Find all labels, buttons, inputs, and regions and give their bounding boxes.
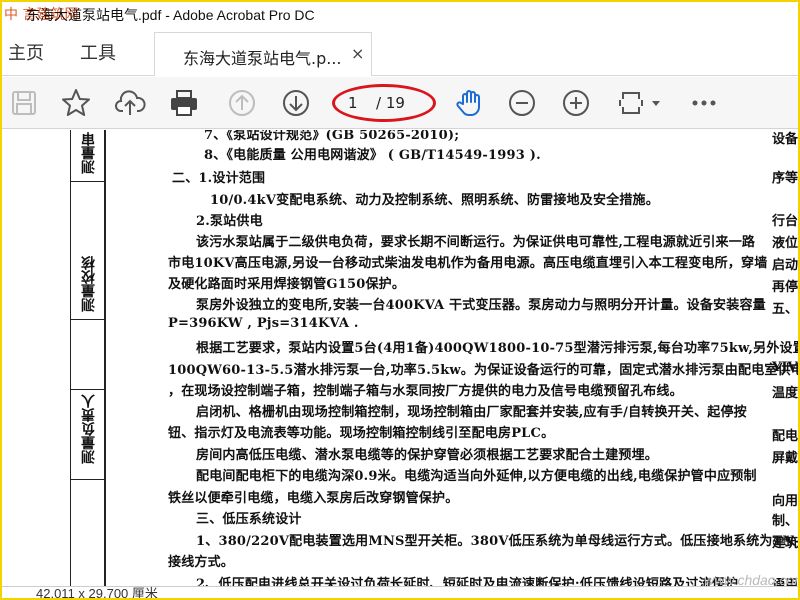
site-watermark-right: www.chdao.com (704, 572, 798, 588)
more-icon[interactable] (688, 87, 720, 119)
menu-tools[interactable]: 工具 (80, 39, 116, 65)
doc-line: 7、《泵站设计规范》(GB 50265-2010); (204, 130, 460, 143)
zoom-in-icon[interactable] (560, 87, 592, 119)
title-block-strip: 测量审 测量校核 测量负责人 (70, 130, 106, 586)
doc-line: 启闭机、格栅机由现场控制箱控制，现场控制箱由厂家配套并安装,应有手/自转换开关、… (196, 405, 747, 420)
doc-line: 三、低压系统设计 (196, 512, 302, 527)
right-col-fragment: 配电 (772, 429, 798, 444)
doc-line: 1、380/220V配电装置选用MNS型开关柜。380V低压系统为单母线运行方式… (196, 534, 798, 549)
right-col-fragment: 五、 (772, 302, 798, 317)
status-bar: 42.011 x 29.700 厘米 (2, 586, 798, 598)
doc-line: 及硬化路面时采用焊接钢管G150保护。 (168, 277, 406, 292)
doc-line: 铁丝以便牵引电缆，电缆入泵房后改穿钢管保护。 (168, 491, 459, 506)
strip-label-review: 测量审 (81, 132, 97, 174)
document-tab[interactable]: 东海大道泵站电气.p... × (154, 32, 372, 76)
doc-line: 泵房外设独立的变电所,安装一台400KVA 干式变压器。泵房动力与照明分开计量。… (196, 298, 766, 313)
zoom-out-icon[interactable] (506, 87, 538, 119)
doc-line: ，在现场设控制端子箱，控制端子箱与水泵同按厂方提供的电力及信号电缆预留孔布线。 (168, 384, 683, 399)
toolbar: 1 / 19 (2, 77, 798, 129)
page-dimensions: 42.011 x 29.700 厘米 (36, 586, 158, 598)
fit-page-icon[interactable] (616, 87, 664, 119)
doc-line: 10/0.4kV变配电系统、动力及控制系统、照明系统、防雷接地及安全措施。 (210, 193, 659, 208)
right-col-fragment: 温度 (772, 386, 798, 401)
doc-line: 钮、指示灯及电流表等功能。现场控制箱控制线引至配电房PLC。 (168, 426, 555, 441)
strip-cell-check: 测量校核 (71, 182, 105, 320)
doc-line: 2、低压配电进线总开关设过负荷长延时、短延时及电流速断保护;低压馈线设短路及过流… (196, 577, 739, 586)
right-col-fragment: 制、 (772, 514, 798, 529)
tab-row: 主页 工具 东海大道泵站电气.p... × (2, 26, 798, 76)
window-title: 东海大道泵站电气.pdf - Adobe Acrobat Pro DC (26, 7, 315, 23)
page-content: 7、《泵站设计规范》(GB 50265-2010); 8、《电能质量 公用电网谐… (162, 130, 798, 586)
right-column-text: 设备 序等 行台 液位 启动 再停 五、 YJV- 温度 配电 屏戴 向用 制、… (768, 130, 798, 586)
strip-cell-lead: 测量负责人 (71, 390, 105, 480)
doc-line: P=396KW , Pjs=314KVA . (168, 316, 359, 331)
right-col-fragment: 再停 (772, 280, 798, 295)
doc-line: 100QW60-13-5.5潜水排污泵一台,功率5.5kw。为保证设备运行的可靠… (168, 363, 798, 378)
bookmark-star-icon[interactable] (60, 87, 92, 119)
tab-close-button[interactable]: × (351, 44, 364, 63)
right-col-fragment: 设备 (772, 132, 798, 147)
strip-cell-gap (71, 320, 105, 390)
upload-cloud-icon[interactable] (114, 87, 146, 119)
right-col-fragment: 启动 (772, 258, 798, 273)
right-col-fragment: 屏戴 (772, 451, 798, 466)
title-bar: 中 言建筑网 东海大道泵站电气.pdf - Adobe Acrobat Pro … (2, 2, 798, 26)
print-icon[interactable] (168, 87, 200, 119)
doc-line: 根据工艺要求，泵站内设置5台(4用1备)400QW1800-10-75型潜污排污… (196, 341, 798, 356)
right-col-fragment: 向用 (772, 494, 798, 509)
menu-home[interactable]: 主页 (8, 39, 44, 65)
save-icon[interactable] (8, 87, 40, 119)
doc-line: 8、《电能质量 公用电网谐波》 ( GB/T14549-1993 ). (204, 148, 541, 163)
page-down-icon[interactable] (280, 87, 312, 119)
strip-label-lead: 测量负责人 (81, 394, 97, 464)
highlight-ellipse (332, 84, 436, 122)
doc-line: 市电10KV高压电源,另设一台移动式柴油发电机作为备用电源。高压电缆直埋引入本工… (168, 256, 768, 271)
right-col-fragment: 序等 (772, 171, 798, 186)
doc-line: 房间内高低压电缆、潜水泵电缆等的保护穿管必须根据工艺要求配合土建预埋。 (196, 448, 659, 463)
right-col-fragment: YJV- (772, 360, 798, 375)
doc-line: 二、1.设计范围 (172, 171, 266, 186)
doc-line: 该污水泵站属于二级供电负荷，要求长期不间断运行。为保证供电可靠性,工程电源就近引… (196, 235, 756, 250)
strip-label-check: 测量校核 (81, 256, 97, 312)
doc-line: 2.泵站供电 (196, 214, 263, 229)
tab-label: 东海大道泵站电气.p... (183, 49, 342, 68)
right-col-fragment: 行台 (772, 214, 798, 229)
acrobat-window: 中 言建筑网 东海大道泵站电气.pdf - Adobe Acrobat Pro … (2, 2, 798, 598)
strip-cell-review: 测量审 (71, 130, 105, 182)
hand-tool-icon[interactable] (454, 87, 486, 119)
right-col-fragment: 液位 (772, 236, 798, 251)
doc-line: 接线方式。 (168, 555, 235, 570)
doc-line: 配电间配电柜下的电缆沟深0.9米。电缆沟适当向外延伸,以方便电缆的出线,电缆保护… (196, 469, 757, 484)
page-up-icon[interactable] (226, 87, 258, 119)
right-col-fragment: 建筑 (772, 536, 798, 551)
document-view[interactable]: 测量审 测量校核 测量负责人 7、《泵站设计规范》(GB 50265-2010)… (2, 130, 798, 586)
